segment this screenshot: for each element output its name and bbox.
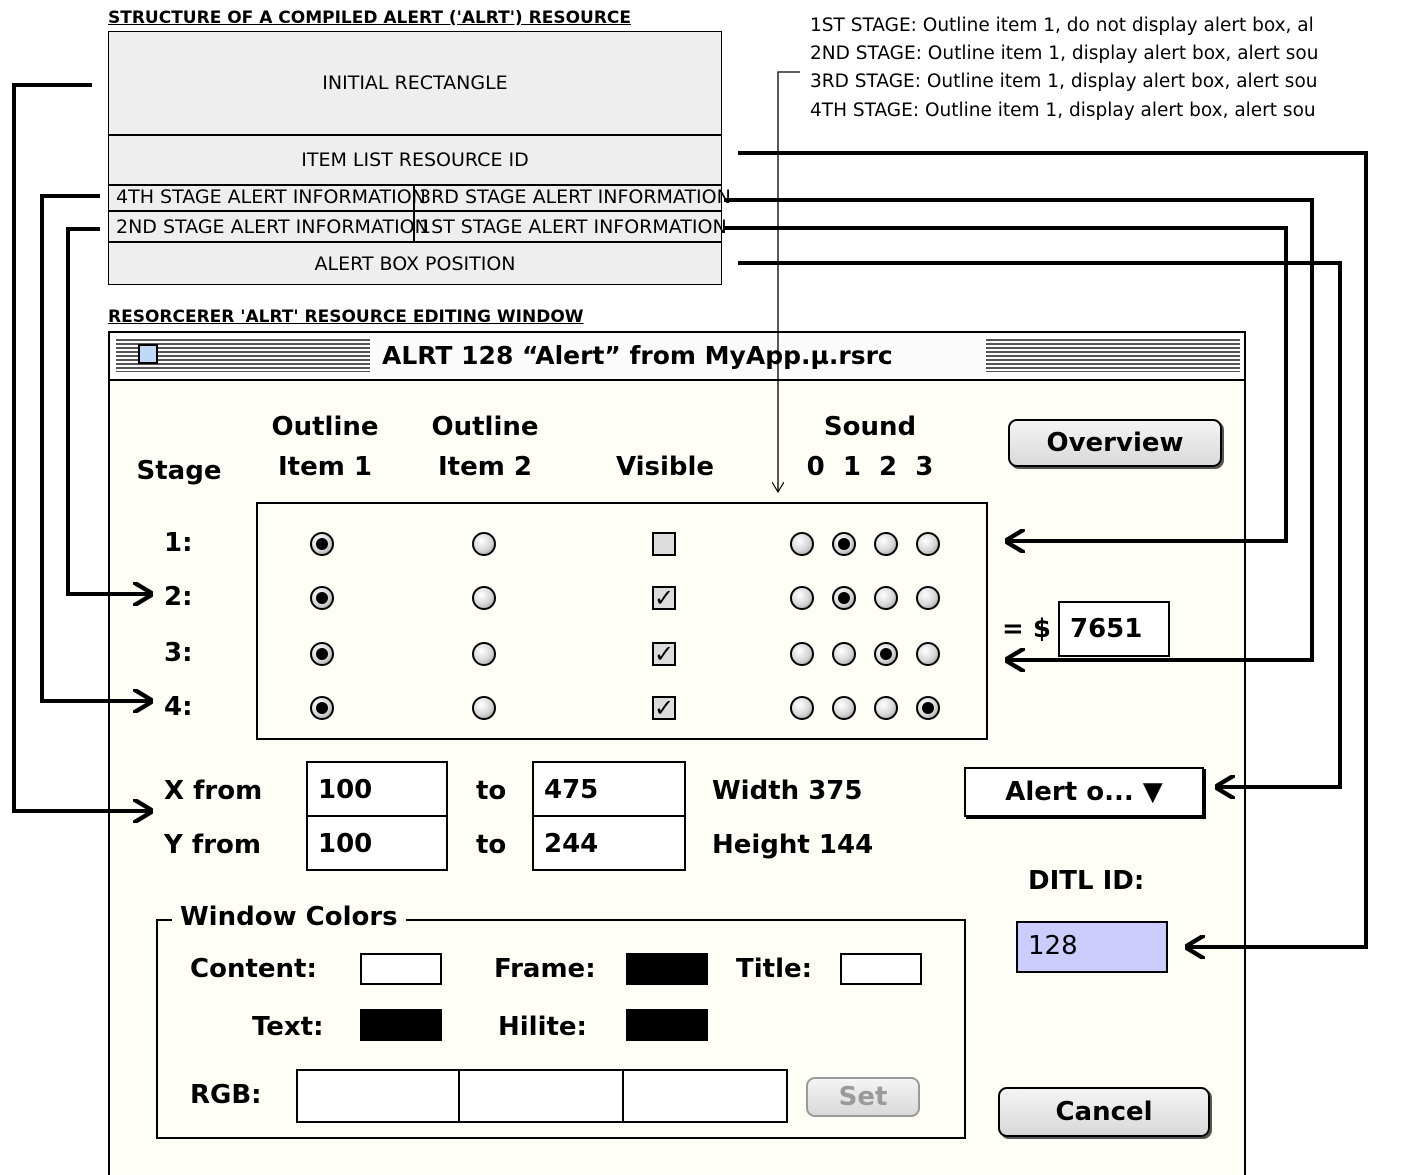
stage2-arrow	[66, 227, 150, 594]
notes-pointer-arrow	[778, 71, 800, 492]
stage3-arrow	[724, 198, 1314, 660]
alert-position-arrow	[738, 261, 1342, 787]
stage1-arrow	[724, 226, 1288, 541]
stage4-arrow	[40, 194, 150, 701]
item-list-arrow	[738, 151, 1368, 947]
callout-arrows	[12, 71, 1368, 1175]
